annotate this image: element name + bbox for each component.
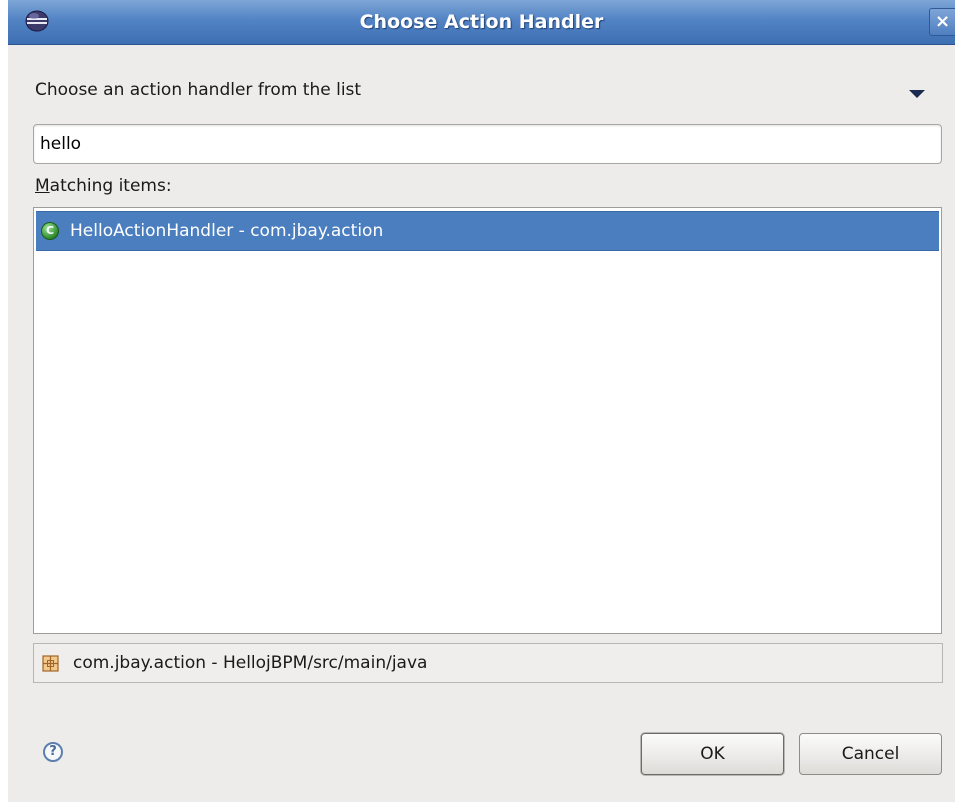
dialog-title: Choose Action Handler [359,11,604,33]
matching-items-mnemonic: M [35,176,50,196]
matching-items-label: Matching items: [35,176,172,196]
cancel-button[interactable]: Cancel [799,733,942,775]
details-label: com.jbay.action - HellojBPM/src/main/jav… [73,653,428,673]
search-input[interactable] [33,124,942,164]
list-item-label: HelloActionHandler - com.jbay.action [70,221,384,241]
close-button[interactable]: × [929,8,955,36]
list-item[interactable]: C HelloActionHandler - com.jbay.action [36,211,939,251]
view-menu-dropdown-icon[interactable] [909,90,925,98]
choose-action-handler-dialog: Choose Action Handler × Choose an action… [0,0,955,802]
java-class-icon: C [41,222,59,240]
details-pane: com.jbay.action - HellojBPM/src/main/jav… [33,643,943,683]
matching-items-list[interactable]: C HelloActionHandler - com.jbay.action [33,207,942,634]
prompt-label: Choose an action handler from the list [35,80,362,100]
package-icon [42,655,59,672]
ok-button[interactable]: OK [641,733,784,775]
title-bar[interactable]: Choose Action Handler × [8,0,955,45]
help-icon[interactable]: ? [43,742,63,762]
matching-items-label-text: atching items: [49,176,172,196]
window-edge [0,0,8,802]
